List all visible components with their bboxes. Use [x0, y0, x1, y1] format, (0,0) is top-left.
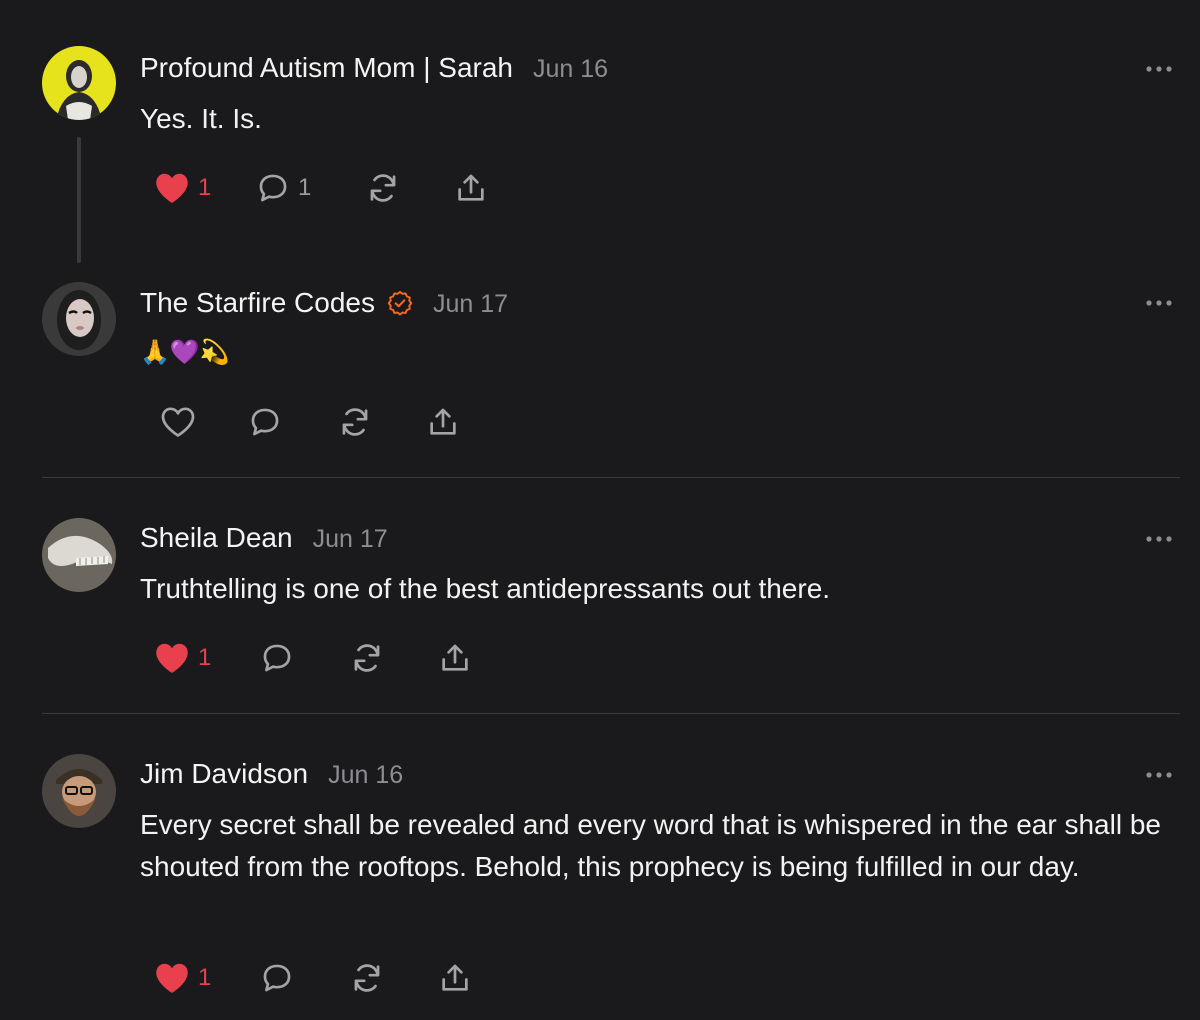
avatar-sheila[interactable] — [42, 518, 116, 592]
restack-button[interactable] — [338, 397, 372, 447]
restack-icon — [354, 644, 380, 672]
comment-icon — [259, 174, 287, 202]
share-button[interactable] — [454, 163, 488, 213]
share-icon — [442, 644, 468, 671]
thread-line — [77, 137, 81, 263]
comment-date[interactable]: Jun 16 — [328, 761, 403, 790]
restack-icon — [342, 408, 368, 436]
reply-button[interactable] — [248, 397, 282, 447]
more-icon[interactable] — [1144, 768, 1174, 782]
heart-icon — [161, 407, 195, 437]
heart-icon — [156, 963, 188, 993]
comment-icon — [263, 964, 291, 992]
restack-icon — [370, 174, 396, 202]
like-count: 1 — [198, 964, 212, 991]
comment-date[interactable]: Jun 16 — [533, 55, 608, 84]
like-button[interactable] — [160, 397, 196, 447]
share-icon — [430, 408, 456, 435]
restack-button[interactable] — [350, 953, 384, 1003]
more-icon[interactable] — [1144, 532, 1174, 546]
divider — [42, 477, 1180, 478]
like-button[interactable]: 1 — [154, 163, 211, 213]
author-name[interactable]: Profound Autism Mom | Sarah — [140, 52, 513, 84]
share-icon — [442, 964, 468, 991]
avatar-sarah[interactable] — [42, 46, 116, 120]
heart-icon — [156, 643, 188, 673]
restack-button[interactable] — [366, 163, 400, 213]
comment-text: Every secret shall be revealed and every… — [140, 809, 1161, 882]
reply-count: 1 — [298, 174, 312, 201]
reply-button[interactable]: 1 — [256, 163, 311, 213]
author-name[interactable]: Jim Davidson — [140, 758, 308, 790]
restack-icon — [354, 964, 380, 992]
avatar-jim[interactable] — [42, 754, 116, 828]
like-button[interactable]: 1 — [154, 633, 211, 683]
comment-date[interactable]: Jun 17 — [433, 290, 508, 319]
more-icon[interactable] — [1144, 62, 1174, 76]
divider — [42, 713, 1180, 714]
comment-icon — [263, 644, 291, 672]
reply-button[interactable] — [260, 633, 294, 683]
comment-date[interactable]: Jun 17 — [313, 525, 388, 554]
share-icon — [458, 174, 484, 201]
share-button[interactable] — [426, 397, 460, 447]
verified-icon — [387, 290, 413, 316]
more-icon[interactable] — [1144, 296, 1174, 310]
heart-icon — [156, 173, 188, 203]
like-count: 1 — [198, 174, 212, 201]
share-button[interactable] — [438, 953, 472, 1003]
comment-text: Yes. It. Is. — [140, 103, 262, 134]
avatar-starfire[interactable] — [42, 282, 116, 356]
reply-button[interactable] — [260, 953, 294, 1003]
like-button[interactable]: 1 — [154, 953, 211, 1003]
comment-text: Truthtelling is one of the best antidepr… — [140, 573, 831, 604]
share-button[interactable] — [438, 633, 472, 683]
comment-text: 🙏💜💫 — [140, 339, 230, 366]
like-count: 1 — [198, 644, 212, 671]
comment-icon — [251, 408, 279, 436]
restack-button[interactable] — [350, 633, 384, 683]
author-name[interactable]: The Starfire Codes — [140, 287, 375, 319]
author-name[interactable]: Sheila Dean — [140, 522, 293, 554]
